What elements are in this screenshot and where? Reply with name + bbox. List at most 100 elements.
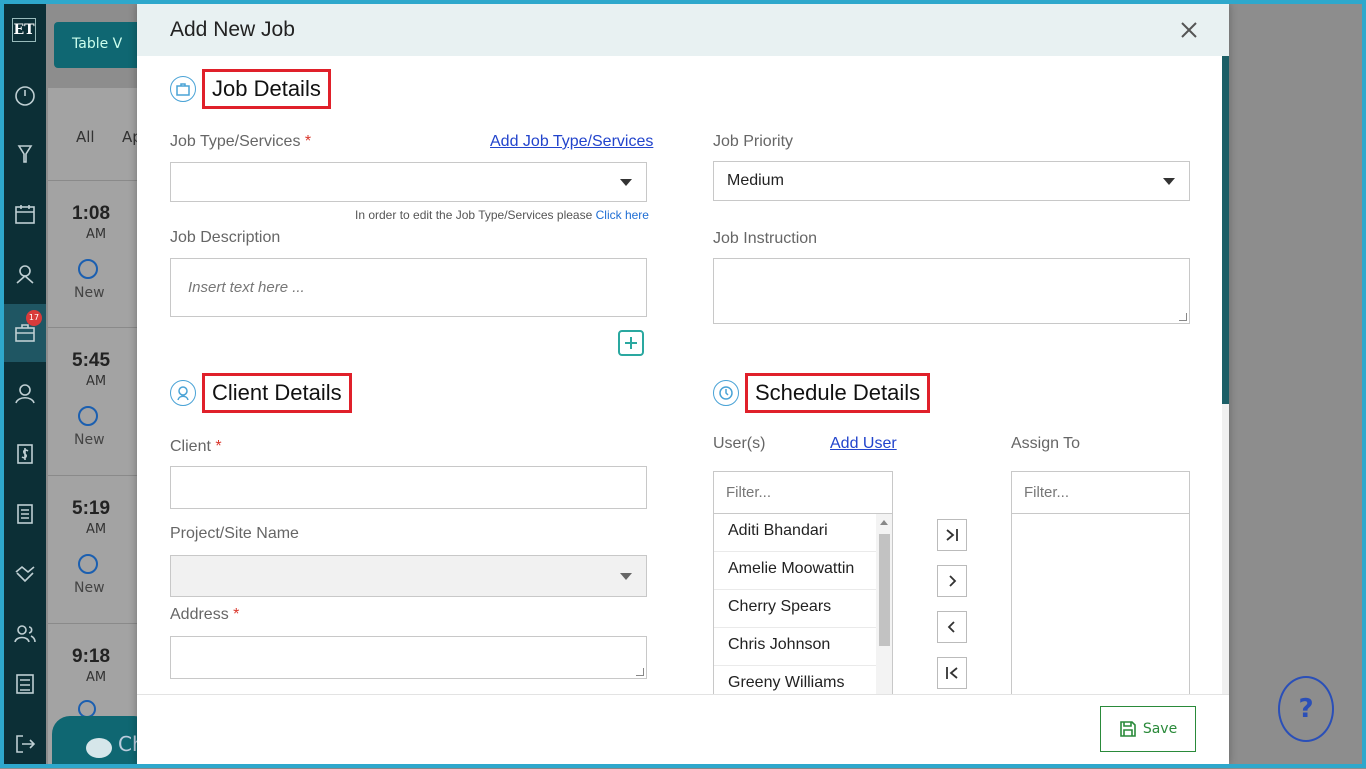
add-description-plus-icon[interactable] [618,330,644,356]
job-type-select[interactable] [170,162,647,202]
resize-handle-icon[interactable] [636,668,644,676]
status-circle-icon [78,554,98,574]
client-details-heading: Client Details [202,373,352,413]
nav-team-icon[interactable] [4,614,46,654]
job-time: 1:08 [72,203,111,224]
chat-bubble-icon [86,738,112,758]
address-label: Address * [170,606,240,623]
job-row[interactable]: 5:19 AM New [48,475,138,621]
client-details-section: Client Details [170,373,352,413]
job-details-section: Job Details [170,69,331,109]
chevron-down-icon [1163,178,1175,185]
move-all-right-button[interactable] [937,519,967,551]
schedule-details-heading: Schedule Details [745,373,931,413]
save-button[interactable]: Save [1100,706,1196,752]
assign-to-listbox[interactable]: Filter... [1011,471,1190,694]
add-user-link[interactable]: Add User [830,435,897,453]
modal-scrollbar-thumb[interactable] [1222,56,1229,404]
tab-all[interactable]: All [76,128,95,146]
nav-list-icon[interactable] [4,494,46,534]
chevron-down-icon [620,573,632,580]
briefcase-icon [170,76,196,102]
job-description-input[interactable]: Insert text here ... [170,258,647,317]
clock-icon [713,380,739,406]
job-ampm: AM [86,670,107,685]
nav-logout-icon[interactable] [4,724,46,764]
add-job-type-link[interactable]: Add Job Type/Services [490,133,653,151]
left-nav: ET 17 [4,4,46,764]
nav-billing-icon[interactable] [4,434,46,474]
nav-map-icon[interactable] [4,254,46,294]
job-priority-value: Medium [727,172,784,189]
job-ampm: AM [86,374,107,389]
schedule-details-section: Schedule Details [713,373,931,413]
help-button[interactable]: ? [1278,676,1334,742]
modal-header: Add New Job [137,4,1229,56]
users-filter-input[interactable]: Filter... [714,472,892,514]
users-listbox[interactable]: Filter... Aditi Bhandari Amelie Moowatti… [713,471,893,694]
scroll-up-icon[interactable] [880,520,888,525]
list-item[interactable]: Aditi Bhandari [714,514,892,552]
chevron-left-icon [947,621,955,633]
chevron-right-bar-icon [946,529,958,541]
move-right-button[interactable] [937,565,967,597]
click-here-link[interactable]: Click here [596,208,649,222]
nav-calendar-icon[interactable] [4,194,46,234]
save-label: Save [1142,721,1178,737]
status-circle-icon [78,406,98,426]
modal-body: Job Details Job Type/Services * Add Job … [137,56,1222,694]
list-item[interactable]: Greeny Williams [714,666,892,694]
job-status: New [74,285,105,301]
job-ampm: AM [86,227,107,242]
client-label: Client * [170,438,222,455]
nav-jobs-icon[interactable]: 17 [4,304,46,362]
move-all-left-button[interactable] [937,657,967,689]
add-new-job-modal: Add New Job Job Details Job Type/Service… [137,4,1229,764]
modal-title: Add New Job [170,18,295,41]
client-input[interactable] [170,466,647,509]
job-time: 5:19 [72,498,111,519]
list-item[interactable]: Cherry Spears [714,590,892,628]
modal-footer: Save [137,694,1229,764]
job-time: 9:18 [72,646,111,667]
address-input[interactable] [170,636,647,679]
assign-to-label: Assign To [1011,435,1081,452]
job-type-hint: In order to edit the Job Type/Services p… [355,208,649,222]
job-description-placeholder: Insert text here ... [188,279,305,296]
assign-filter-input[interactable]: Filter... [1012,472,1189,514]
nav-settings-icon[interactable] [4,664,46,704]
job-status: New [74,432,105,448]
job-instruction-input[interactable] [713,258,1190,324]
table-view-label: Table V [72,36,123,52]
job-time: 5:45 [72,350,111,371]
project-site-select[interactable] [170,555,647,597]
users-scrollbar[interactable] [876,514,892,694]
nav-jobs-badge: 17 [26,310,42,326]
nav-funnel-icon[interactable] [4,134,46,174]
job-description-label: Job Description [170,229,281,246]
job-priority-label: Job Priority [713,133,794,150]
status-circle-icon [78,259,98,279]
nav-user-icon[interactable] [4,374,46,414]
job-priority-select[interactable]: Medium [713,161,1190,201]
nav-handshake-icon[interactable] [4,554,46,594]
floppy-disk-icon [1120,721,1136,737]
job-details-heading: Job Details [202,69,331,109]
job-type-label: Job Type/Services * [170,133,312,150]
chevron-right-icon [949,575,957,587]
list-item[interactable]: Chris Johnson [714,628,892,666]
list-item[interactable]: Amelie Moowattin [714,552,892,590]
users-label: User(s) [713,435,766,452]
project-site-label: Project/Site Name [170,525,299,542]
job-row[interactable]: 5:45 AM New [48,327,138,473]
nav-dashboard-icon[interactable] [4,76,46,116]
resize-handle-icon[interactable] [1179,313,1187,321]
move-left-button[interactable] [937,611,967,643]
close-icon[interactable] [1177,18,1201,42]
app-logo: ET [12,18,36,42]
job-row[interactable]: 1:08 AM New [48,180,138,326]
scroll-thumb[interactable] [879,534,890,646]
job-ampm: AM [86,522,107,537]
job-status: New [74,580,105,596]
chevron-left-bar-icon [946,667,958,679]
